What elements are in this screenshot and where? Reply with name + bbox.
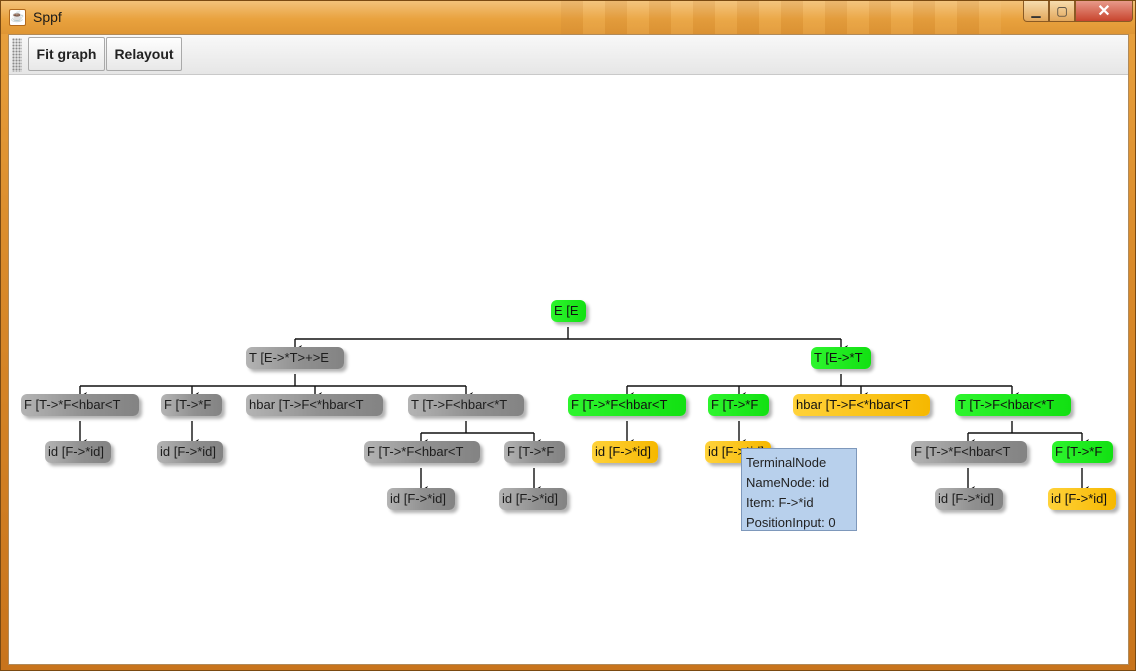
- java-coffee-icon[interactable]: ☕: [9, 9, 26, 26]
- graph-node-f-7[interactable]: F [T->*F<hbar<T: [911, 441, 1027, 463]
- graph-node-id-2[interactable]: id [F->*id]: [157, 441, 223, 463]
- close-button[interactable]: ✕: [1075, 1, 1133, 22]
- graph-node-t-4[interactable]: T [T->F<hbar<*T: [955, 394, 1071, 416]
- graph-node-f-8[interactable]: F [T->*F: [1052, 441, 1113, 463]
- graph-node-t-3[interactable]: T [T->F<hbar<*T: [408, 394, 524, 416]
- graph-node-id-5[interactable]: id [F->*id]: [387, 488, 455, 510]
- tooltip-node-type: TerminalNode: [746, 455, 827, 470]
- node-info-tooltip: TerminalNode NameNode: id Item: F->*id P…: [741, 448, 857, 531]
- graph-node-t-right[interactable]: T [E->*T: [811, 347, 871, 369]
- tooltip-position-input: PositionInput: 0: [746, 515, 836, 530]
- tooltip-name-node: NameNode: id: [746, 475, 830, 490]
- title-bar[interactable]: ☕ Sppf ▁ ▢ ✕: [1, 1, 1135, 34]
- close-icon: ✕: [1097, 3, 1111, 20]
- graph-node-id-1[interactable]: id [F->*id]: [45, 441, 111, 463]
- window-controls: ▁ ▢ ✕: [1023, 1, 1133, 23]
- graph-node-f-3[interactable]: F [T->*F<hbar<T: [568, 394, 686, 416]
- graph-node-id-8[interactable]: id [F->*id]: [1048, 488, 1116, 510]
- graph-node-e-root[interactable]: E [E: [551, 300, 586, 322]
- graph-node-id-7[interactable]: id [F->*id]: [935, 488, 1003, 510]
- fit-graph-button[interactable]: Fit graph: [28, 37, 105, 71]
- window-title: Sppf: [33, 9, 62, 25]
- app-window: ☕ Sppf ▁ ▢ ✕ Fit graph Relayout E [E T […: [0, 0, 1136, 671]
- toolbar: Fit graph Relayout: [9, 35, 1128, 75]
- graph-node-id-6[interactable]: id [F->*id]: [499, 488, 567, 510]
- tooltip-item: Item: F->*id: [746, 495, 814, 510]
- graph-edges: [79, 327, 1089, 494]
- minimize-button[interactable]: ▁: [1023, 1, 1049, 22]
- graph-node-t-left[interactable]: T [E->*T>+>E: [246, 347, 344, 369]
- client-area: Fit graph Relayout E [E T [E->*T>+>E T […: [8, 34, 1129, 665]
- graph-node-hbar-1[interactable]: hbar [T->F<*hbar<T: [246, 394, 383, 416]
- relayout-button[interactable]: Relayout: [106, 37, 182, 71]
- graph-node-f-4[interactable]: F [T->*F: [708, 394, 769, 416]
- graph-node-id-3[interactable]: id [F->*id]: [592, 441, 658, 463]
- maximize-icon: ▢: [1056, 4, 1068, 18]
- graph-node-f-6[interactable]: F [T->*F: [504, 441, 565, 463]
- minimize-icon: ▁: [1031, 4, 1041, 18]
- graph-node-hbar-2[interactable]: hbar [T->F<*hbar<T: [793, 394, 930, 416]
- graph-node-f-5[interactable]: F [T->*F<hbar<T: [364, 441, 480, 463]
- graph-node-f-1[interactable]: F [T->*F<hbar<T: [21, 394, 139, 416]
- title-bar-decoration: [561, 1, 1001, 34]
- graph-node-f-2[interactable]: F [T->*F: [161, 394, 222, 416]
- toolbar-grip-handle[interactable]: [12, 38, 22, 72]
- maximize-button[interactable]: ▢: [1049, 1, 1075, 22]
- graph-canvas[interactable]: E [E T [E->*T>+>E T [E->*T F [T->*F<hbar…: [9, 76, 1128, 664]
